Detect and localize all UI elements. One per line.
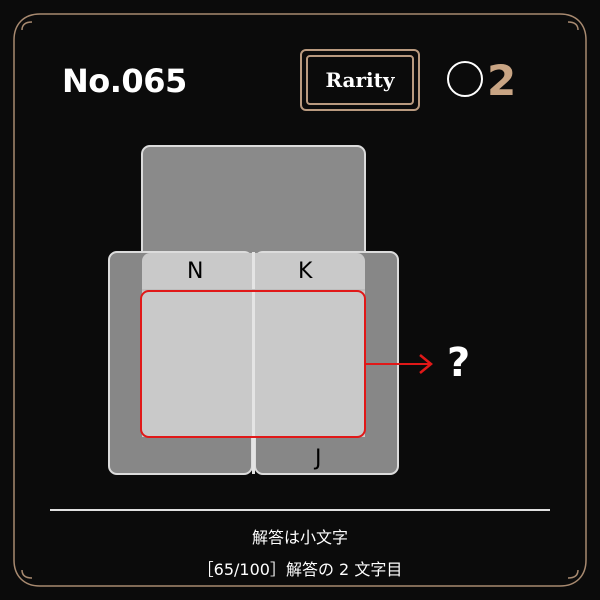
rarity-circle-icon (447, 61, 483, 97)
letter-k: K (298, 259, 313, 284)
footer-divider (50, 509, 550, 511)
rarity-label: Rarity (306, 55, 414, 105)
letter-j: J (315, 446, 322, 471)
hint-text: 解答は小文字 (251, 528, 348, 547)
rarity-value: 2 (487, 56, 517, 105)
letter-n: N (187, 259, 204, 284)
arrow-right-icon (365, 354, 433, 374)
highlight-box (140, 290, 366, 438)
puzzle-number: No.065 (62, 62, 187, 100)
progress-text: ［65/100］解答の 2 文字目 (197, 560, 403, 579)
rarity-badge: Rarity (300, 49, 420, 111)
answer-question-mark: ? (447, 340, 471, 386)
